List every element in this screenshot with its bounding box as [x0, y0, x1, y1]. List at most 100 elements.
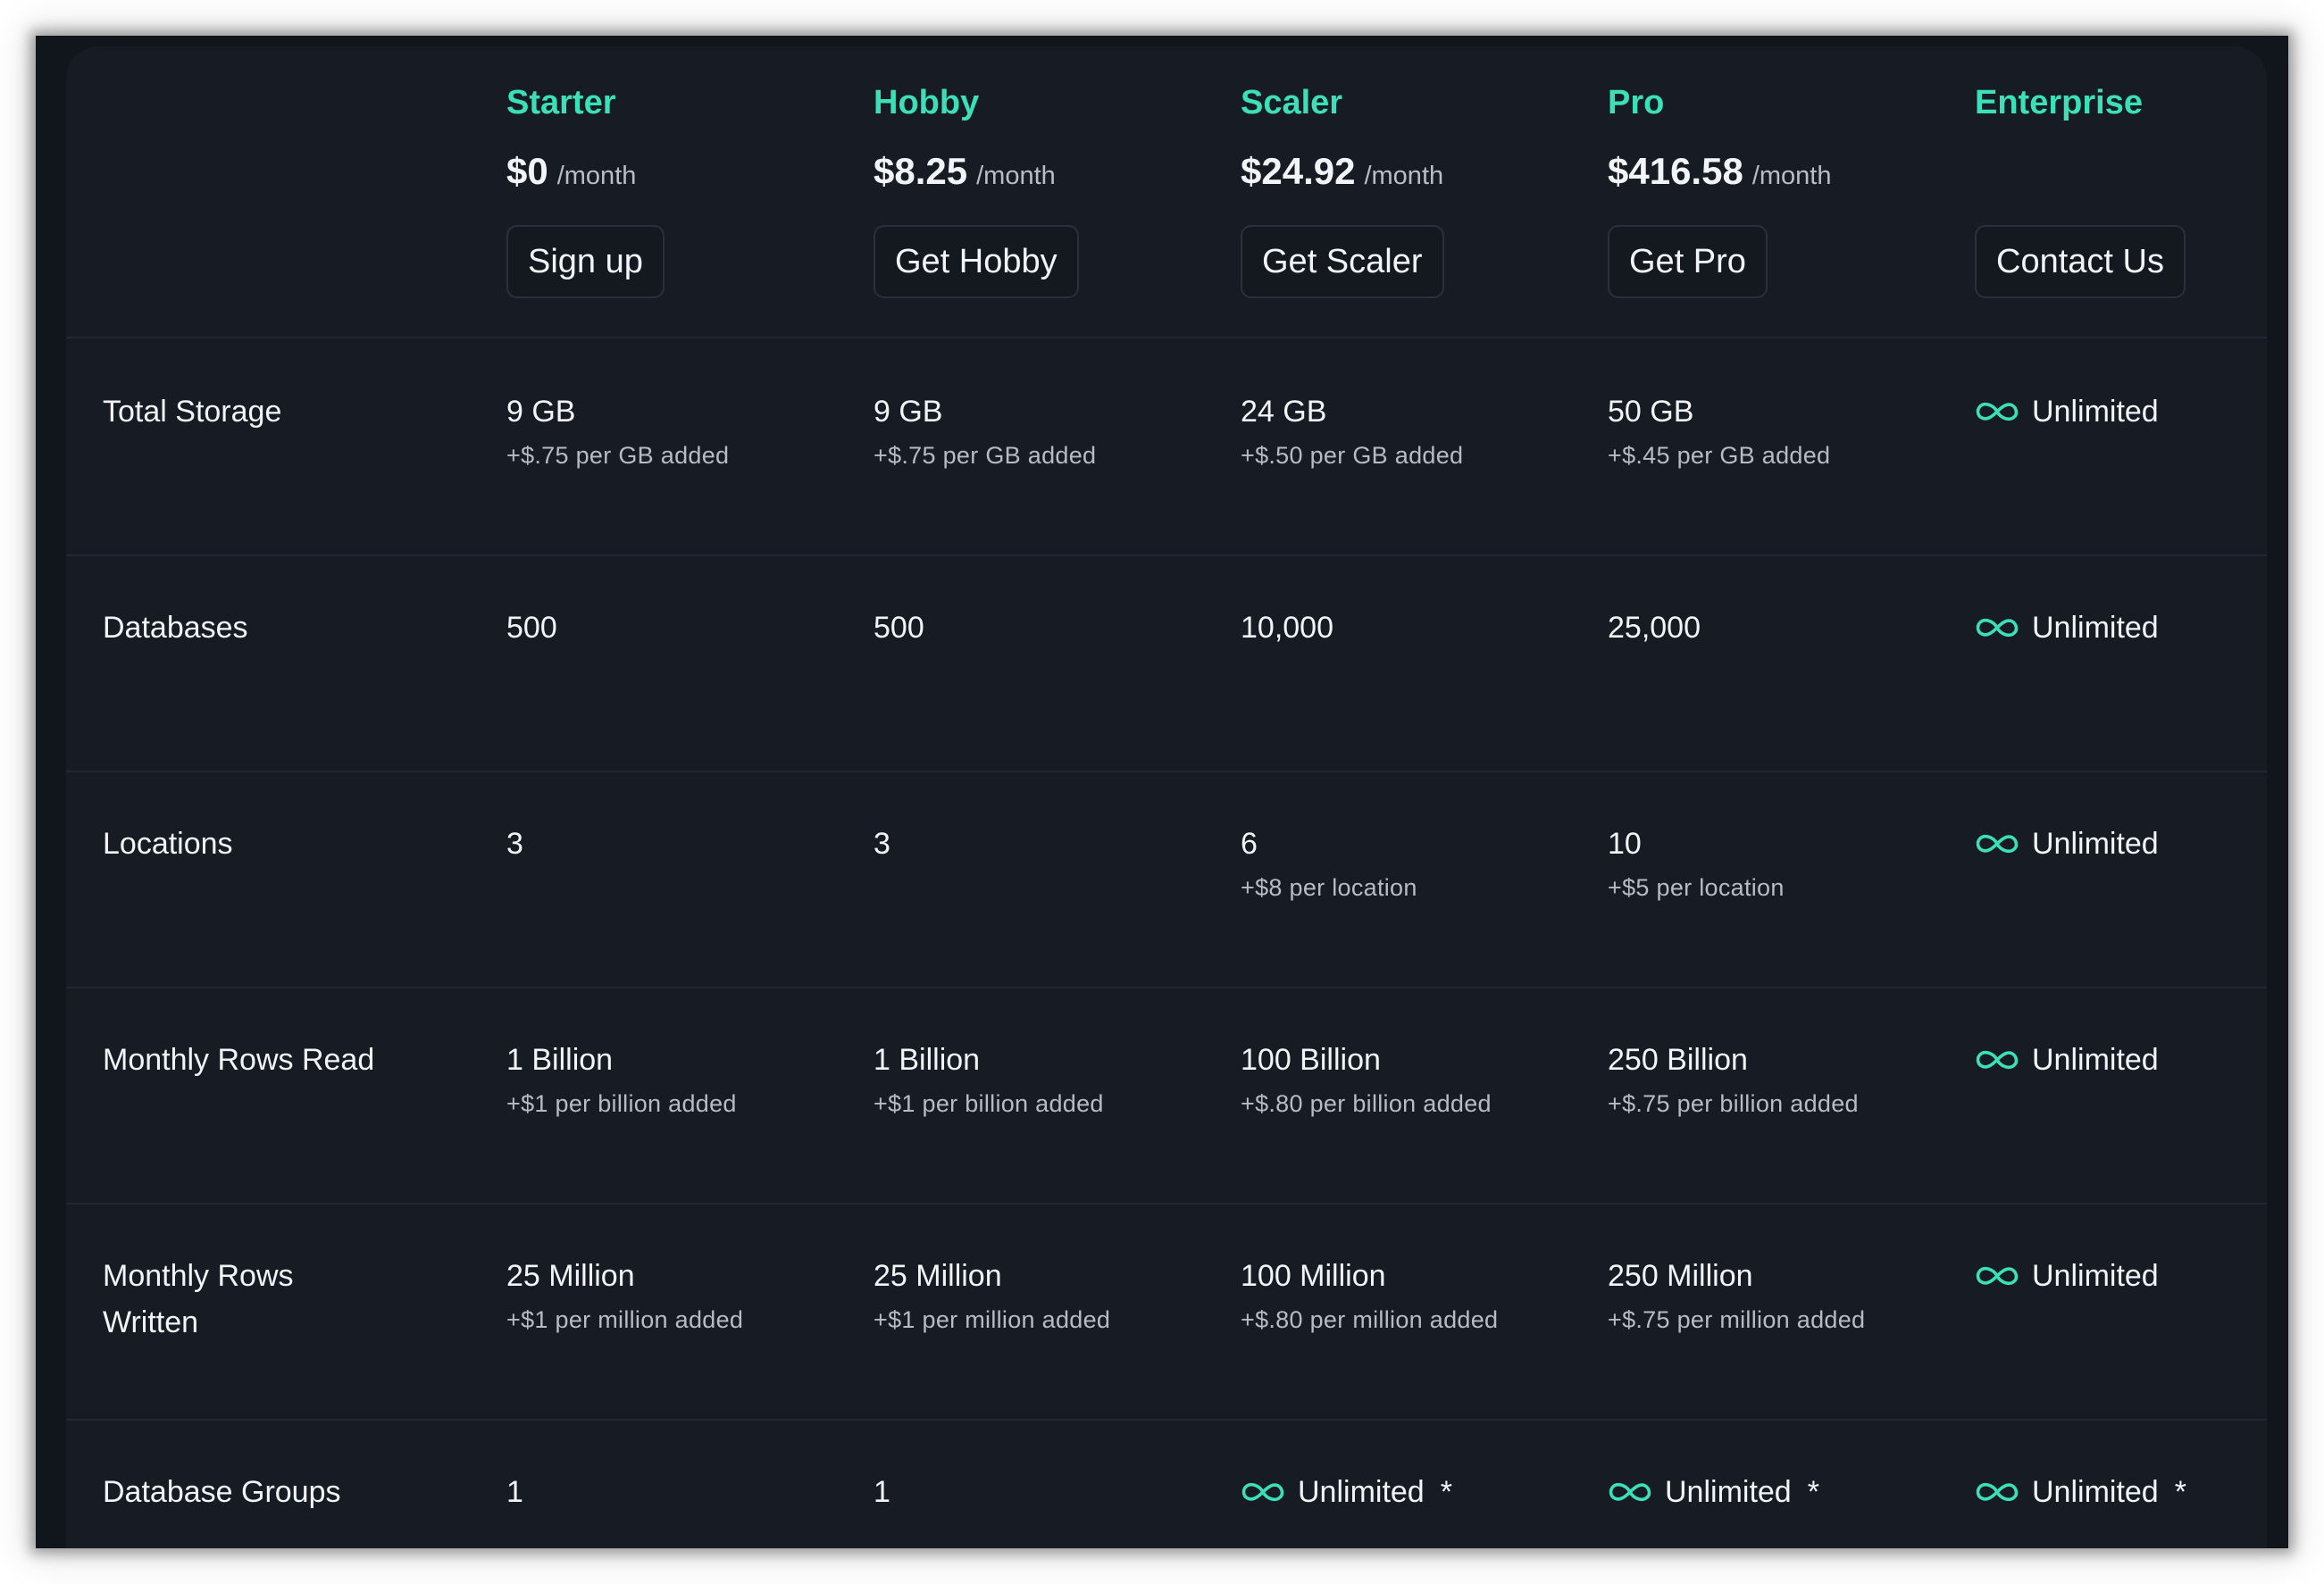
price-period: /month	[976, 162, 1056, 190]
price-period: /month	[556, 162, 637, 190]
plan-name: Starter	[506, 84, 616, 121]
cell-hobby: 9 GB +$.75 per GB added	[874, 388, 1096, 470]
cell-starter: 9 GB +$.75 per GB added	[506, 388, 729, 470]
feature-label: Monthly Rows Read	[103, 1043, 375, 1077]
unlimited-label: Unlimited	[2032, 1475, 2159, 1509]
cell-value: 250 Billion	[1608, 1043, 1748, 1077]
cell-value: 50 GB	[1608, 395, 1694, 429]
cell-scaler: 100 Million +$.80 per million added	[1241, 1253, 1498, 1334]
infinity-icon	[1976, 1050, 2019, 1070]
cell-scaler: Unlimited *	[1241, 1469, 1452, 1515]
cell-addon: +$5 per location	[1608, 874, 1785, 901]
cell-enterprise: Unlimited	[1975, 821, 2159, 867]
cell-enterprise: Unlimited *	[1975, 1469, 2186, 1515]
get-pro-button[interactable]: Get Pro	[1608, 225, 1768, 298]
cell-value: 25,000	[1608, 611, 1701, 645]
cell-pro: Unlimited *	[1608, 1469, 1819, 1515]
unlimited-label: Unlimited	[1665, 1475, 1792, 1509]
cell-value: Unlimited	[1975, 1037, 2159, 1083]
cell-addon: +$.45 per GB added	[1608, 442, 1831, 469]
infinity-icon	[1976, 402, 2019, 421]
plan-name: Pro	[1608, 84, 1665, 121]
app-window: Starter $0/month Sign up Hobby $8.25/mon…	[36, 36, 2288, 1548]
cell-value: 24 GB	[1241, 395, 1327, 429]
cell-pro: 250 Billion +$.75 per billion added	[1608, 1037, 1859, 1118]
infinity-icon	[1976, 618, 2019, 638]
cell-value: 9 GB	[874, 395, 943, 429]
cell-addon: +$.80 per billion added	[1241, 1090, 1492, 1117]
cell-value: 3	[874, 827, 890, 861]
cell-value: 100 Billion	[1241, 1043, 1381, 1077]
plan-price: $0/month	[506, 150, 636, 193]
cell-starter: 1 Billion +$1 per billion added	[506, 1037, 737, 1118]
cell-scaler: 10,000	[1241, 604, 1333, 651]
cell-value: Unlimited	[1975, 604, 2159, 651]
cell-value: Unlimited	[1975, 388, 2159, 435]
price-amount: $24.92	[1241, 150, 1356, 192]
unlimited-label: Unlimited	[2032, 1259, 2159, 1293]
cell-pro: 250 Million +$.75 per million added	[1608, 1253, 1865, 1334]
cell-value: 1	[506, 1475, 523, 1509]
cell-scaler: 24 GB +$.50 per GB added	[1241, 388, 1463, 470]
infinity-icon	[1976, 834, 2019, 854]
cell-value: 1 Billion	[874, 1043, 981, 1077]
cell-hobby: 500	[874, 604, 924, 651]
cell-addon: +$.75 per GB added	[506, 442, 730, 469]
cell-addon: +$8 per location	[1241, 874, 1417, 901]
plan-name: Enterprise	[1975, 84, 2143, 121]
feature-label: Total Storage	[103, 395, 282, 429]
cell-value: Unlimited	[1975, 1253, 2159, 1299]
cell-starter: 500	[506, 604, 557, 651]
cell-pro: 50 GB +$.45 per GB added	[1608, 388, 1830, 470]
plans-header: Starter $0/month Sign up Hobby $8.25/mon…	[66, 46, 2267, 338]
cell-value: Unlimited *	[1241, 1469, 1452, 1515]
feature-row-monthly-rows-written: Monthly Rows Written 25 Million +$1 per …	[66, 1203, 2267, 1421]
unlimited-label: Unlimited	[2032, 395, 2159, 429]
cell-starter: 1	[506, 1469, 523, 1515]
pricing-table: Starter $0/month Sign up Hobby $8.25/mon…	[66, 46, 2267, 1548]
cell-hobby: 3	[874, 821, 890, 867]
feature-label: Monthly Rows Written	[103, 1259, 294, 1339]
cell-starter: 3	[506, 821, 523, 867]
cell-value: 500	[506, 611, 557, 645]
unlimited-label: Unlimited	[1298, 1475, 1425, 1509]
plan-price: $8.25/month	[874, 150, 1056, 193]
plan-price: $24.92/month	[1241, 150, 1443, 193]
sign-up-button[interactable]: Sign up	[506, 225, 665, 298]
feature-label: Databases	[103, 611, 248, 645]
cell-pro: 25,000	[1608, 604, 1701, 651]
cell-value: Unlimited *	[1608, 1469, 1819, 1515]
cell-enterprise: Unlimited	[1975, 388, 2159, 435]
cell-pro: 10 +$5 per location	[1608, 821, 1785, 902]
cell-hobby: 25 Million +$1 per million added	[874, 1253, 1110, 1334]
infinity-icon	[1976, 1482, 2019, 1502]
plan-name: Hobby	[874, 84, 980, 121]
contact-us-button[interactable]: Contact Us	[1975, 225, 2186, 298]
plan-name: Scaler	[1241, 84, 1343, 121]
price-amount: $416.58	[1608, 150, 1743, 192]
get-hobby-button[interactable]: Get Hobby	[874, 225, 1079, 298]
cell-addon: +$.75 per million added	[1608, 1306, 1866, 1333]
cell-hobby: 1 Billion +$1 per billion added	[874, 1037, 1104, 1118]
cell-addon: +$.75 per billion added	[1608, 1090, 1859, 1117]
feature-row-databases: Databases 500 500 10,000 25,000 Unlimite…	[66, 554, 2267, 772]
feature-row-monthly-rows-read: Monthly Rows Read 1 Billion +$1 per bill…	[66, 987, 2267, 1205]
cell-value: 25 Million	[874, 1259, 1002, 1293]
feature-row-locations: Locations 3 3 6 +$8 per location 10 +$5 …	[66, 771, 2267, 988]
cell-addon: +$.50 per GB added	[1241, 442, 1464, 469]
get-scaler-button[interactable]: Get Scaler	[1241, 225, 1444, 298]
cell-value: 10,000	[1241, 611, 1333, 645]
cell-addon: +$1 per billion added	[506, 1090, 737, 1117]
cell-addon: +$1 per billion added	[874, 1090, 1104, 1117]
cell-starter: 25 Million +$1 per million added	[506, 1253, 743, 1334]
cell-value: 500	[874, 611, 924, 645]
cell-value: 9 GB	[506, 395, 576, 429]
price-period: /month	[1751, 162, 1832, 190]
feature-label: Locations	[103, 827, 233, 861]
cell-value: 3	[506, 827, 523, 861]
infinity-icon	[1241, 1482, 1284, 1502]
infinity-icon	[1609, 1482, 1651, 1502]
infinity-icon	[1976, 1266, 2019, 1286]
feature-label: Database Groups	[103, 1475, 341, 1509]
cell-addon: +$1 per million added	[506, 1306, 744, 1333]
